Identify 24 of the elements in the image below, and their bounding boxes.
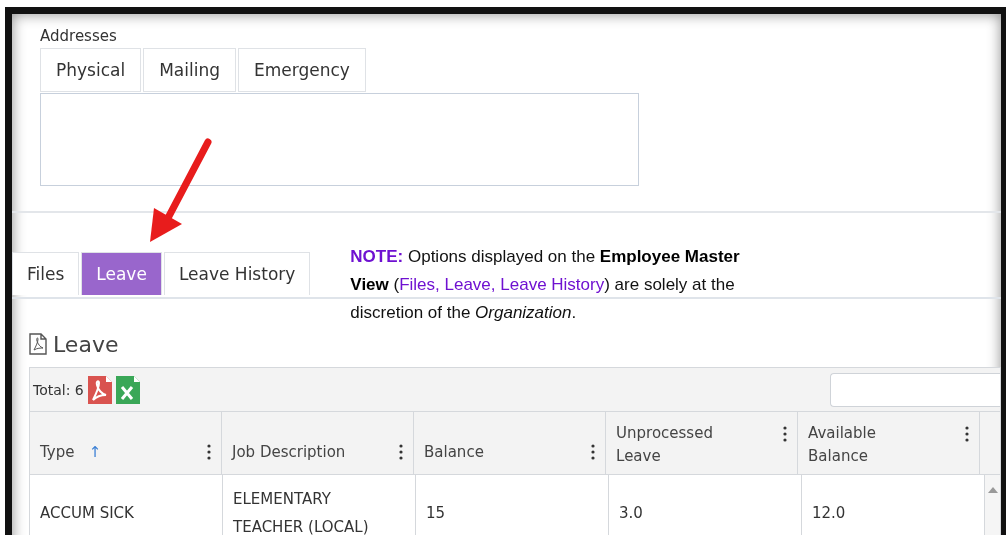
search-field[interactable] [830, 372, 1000, 407]
tab[interactable]: Files [12, 252, 80, 295]
address-tab[interactable]: Physical [40, 48, 142, 92]
scroll-up-icon[interactable] [987, 487, 998, 493]
pdf-export-icon[interactable] [87, 375, 112, 404]
table-cell: 3.0 [609, 475, 802, 535]
total-count: Total: 6 [33, 381, 84, 398]
note-text: NOTE: Options displayed on the Employee Master View (Files, Leave, Leave History) are solely at the discretion of the Organization. [350, 246, 741, 324]
table-cell: ACCUM SICK [30, 475, 223, 535]
tab[interactable]: Leave History [163, 252, 311, 295]
column-menu-icon[interactable] [591, 444, 596, 460]
column-menu-icon[interactable] [783, 426, 788, 442]
table-cell: ELEMENTARY TEACHER (LOCAL) [223, 475, 416, 535]
column-menu-icon[interactable] [965, 426, 970, 442]
table-cell: 15 [416, 475, 609, 535]
excel-export-icon[interactable] [115, 375, 140, 404]
pdf-document-icon [29, 333, 47, 355]
column-menu-icon[interactable] [207, 444, 211, 460]
address-tab[interactable]: Emergency [238, 48, 366, 92]
tab[interactable]: Leave [81, 252, 162, 295]
column-menu-icon[interactable] [399, 444, 404, 460]
section-label: Addresses [40, 28, 117, 44]
section-title: Leave [53, 331, 119, 357]
address-tab[interactable]: Mailing [143, 48, 236, 92]
